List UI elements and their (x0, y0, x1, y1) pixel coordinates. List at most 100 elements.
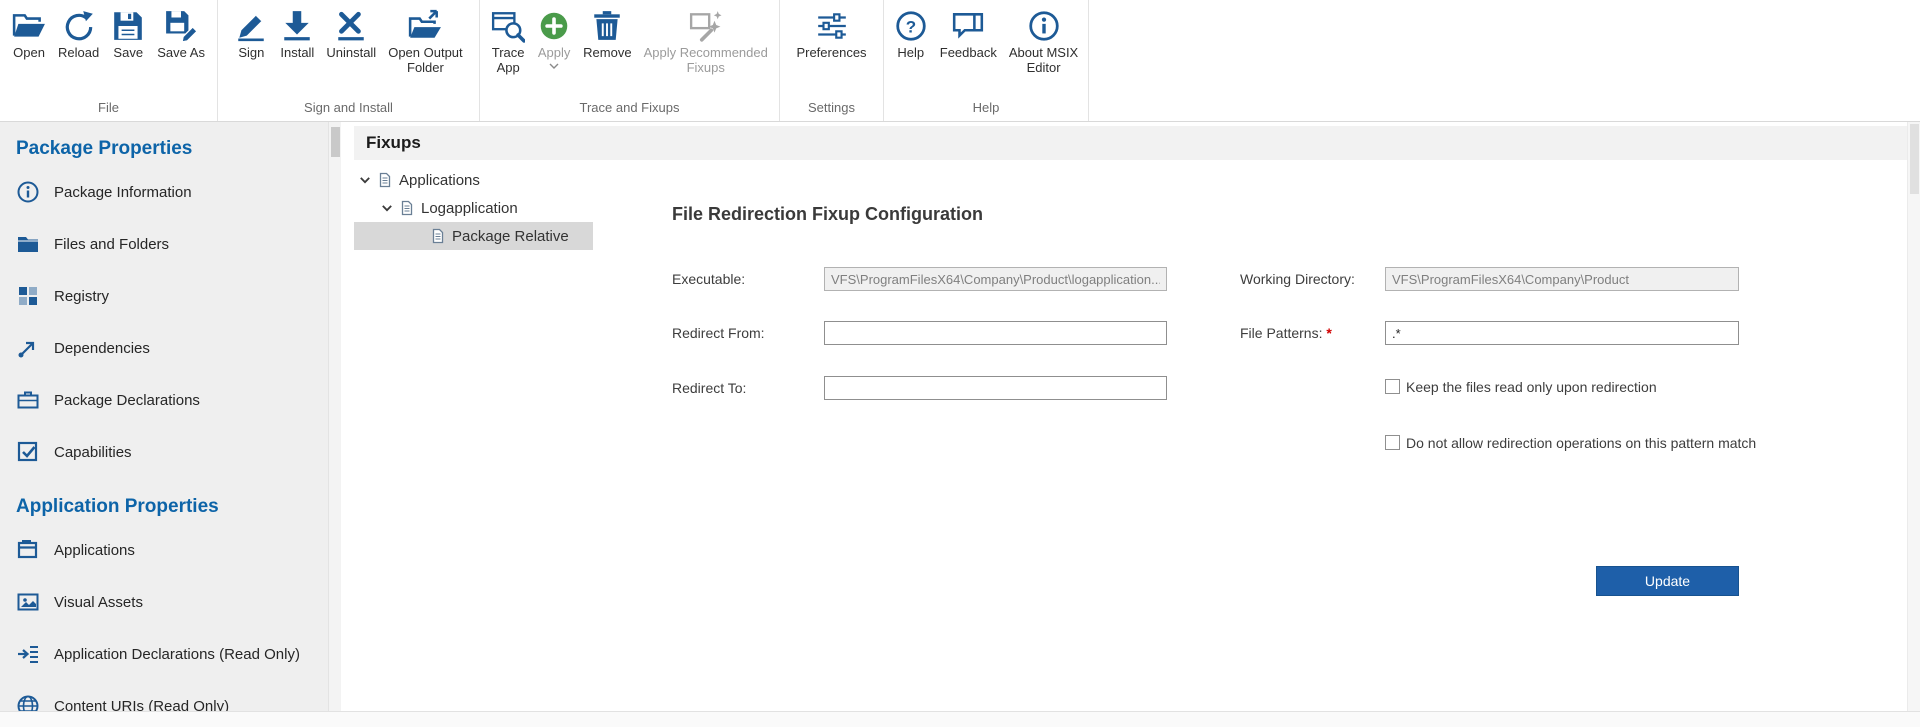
ribbon-group-name: Settings (780, 97, 883, 121)
sidebar-item-application-declarations-read-only[interactable]: Application Declarations (Read Only) (16, 628, 328, 680)
fixups-tree: Applications Logapplication Package Relati… (354, 160, 593, 711)
ribbon-group-buttons: ? Help FeedbackAbout MSIX Editor (884, 0, 1088, 97)
ribbon-button-label: Trace App (492, 46, 525, 76)
ribbon-button-open-output-folder[interactable]: Open Output Folder (382, 7, 468, 78)
ribbon-button-trace-app[interactable]: Trace App (485, 7, 531, 78)
help-icon: ? (894, 9, 928, 43)
sidebar-item-package-information[interactable]: Package Information (16, 166, 328, 218)
sidebar-item-label: Dependencies (54, 340, 150, 357)
applications-icon (16, 538, 40, 562)
ribbon-button-open[interactable]: Open (6, 7, 52, 63)
sidebar-item-visual-assets[interactable]: Visual Assets (16, 576, 328, 628)
sidebar-item-files-and-folders[interactable]: Files and Folders (16, 218, 328, 270)
ribbon-button-feedback[interactable]: Feedback (934, 7, 1003, 63)
sidebar-item-capabilities[interactable]: Capabilities (16, 426, 328, 478)
checkbox-box-icon[interactable] (1385, 379, 1400, 394)
tree-item-label: Logapplication (421, 200, 518, 217)
ribbon-button-save-as[interactable]: Save As (151, 7, 211, 63)
sidebar-item-applications[interactable]: Applications (16, 524, 328, 576)
ribbon-button-label: Reload (58, 46, 99, 61)
info-icon (16, 180, 40, 204)
ribbon-group-buttons: Trace AppApply Remove Apply Recommended Fi… (480, 0, 779, 97)
working-directory-input[interactable] (1385, 267, 1739, 291)
ribbon-button-save[interactable]: Save (105, 7, 151, 63)
sidebar-heading-application-properties: Application Properties (16, 492, 328, 524)
ribbon-button-label: Uninstall (326, 46, 376, 61)
trace-icon (491, 9, 525, 43)
ribbon-button-uninstall[interactable]: Uninstall (320, 7, 382, 63)
checkbox-box-icon[interactable] (1385, 435, 1400, 450)
ribbon-button-label: Help (897, 46, 924, 61)
executable-input[interactable] (824, 267, 1167, 291)
file-patterns-input[interactable] (1385, 321, 1739, 345)
main-vertical-scrollbar[interactable] (1907, 122, 1920, 711)
chevron-down-icon[interactable] (359, 174, 371, 186)
main-scrollbar-thumb[interactable] (1910, 124, 1919, 194)
folder-icon (16, 232, 40, 256)
sidebar-item-content-uris-read-only[interactable]: Content URIs (Read Only) (16, 680, 328, 711)
ribbon-group-name: Trace and Fixups (480, 97, 779, 121)
tree-item-logapplication[interactable]: Logapplication (354, 194, 593, 222)
ribbon-button-label: Install (280, 46, 314, 61)
ribbon-group-buttons: Preferences (780, 0, 883, 97)
redirect-from-label: Redirect From: (672, 325, 765, 341)
about-icon (1027, 9, 1061, 43)
tree-item-package-relative[interactable]: Package Relative (354, 222, 593, 250)
main-panel: Fixups ApplicationsLogapplicationPackage… (354, 122, 1907, 711)
dependencies-icon (16, 336, 40, 360)
ribbon-group-name: File (0, 97, 217, 121)
ribbon-group-settings: Preferences Settings (780, 0, 884, 121)
tree-item-label: Package Relative (452, 228, 569, 245)
sidebar-item-registry[interactable]: Registry (16, 270, 328, 322)
required-asterisk: * (1326, 325, 1331, 341)
sidebar-item-label: Applications (54, 542, 135, 559)
horizontal-scrollbar[interactable] (0, 711, 1920, 727)
sidebar-item-dependencies[interactable]: Dependencies (16, 322, 328, 374)
sidebar-item-package-declarations[interactable]: Package Declarations (16, 374, 328, 426)
ribbon-button-reload[interactable]: Reload (52, 7, 105, 63)
ribbon-button-label: Open (13, 46, 45, 61)
ribbon-button-label: Sign (238, 46, 264, 61)
ribbon-group-buttons: Sign Install Uninstall Open Output Folder (218, 0, 479, 97)
redirect-from-input[interactable] (824, 321, 1167, 345)
no-redirection-operations-checkbox[interactable]: Do not allow redirection operations on t… (1385, 435, 1756, 451)
msix-editor-window: Open Reload SaveSave As File Sign Install Unin… (0, 0, 1920, 727)
ribbon-group-sign-and-install: SignInstallUninstallOpen Output FolderSi… (218, 0, 480, 121)
ribbon-button-install[interactable]: Install (274, 7, 320, 63)
sidebar-scrollbar-thumb[interactable] (331, 127, 340, 157)
ribbon-group-name: Sign and Install (218, 97, 479, 121)
redirect-to-label: Redirect To: (672, 380, 746, 396)
ribbon-button-help[interactable]: ? Help (888, 7, 934, 63)
document-icon (377, 172, 393, 188)
keep-read-only-checkbox[interactable]: Keep the files read only upon redirectio… (1385, 379, 1657, 395)
save-as-icon (164, 9, 198, 43)
save-icon (111, 9, 145, 43)
tree-item-label: Applications (399, 172, 480, 189)
sidebar-scrollbar[interactable] (328, 122, 341, 711)
feedback-icon (951, 9, 985, 43)
ribbon-button-label: Remove (583, 46, 631, 61)
capabilities-icon (16, 440, 40, 464)
sidebar-item-label: Files and Folders (54, 236, 169, 253)
fixups-body: Applications Logapplication Package Relati… (354, 160, 1907, 711)
sidebar-item-label: Visual Assets (54, 594, 143, 611)
ribbon-button-remove[interactable]: Remove (577, 7, 637, 63)
ribbon-button-preferences[interactable]: Preferences (790, 7, 872, 63)
ribbon-group-name: Help (884, 97, 1088, 121)
content-uris-icon (16, 694, 40, 711)
update-button[interactable]: Update (1596, 566, 1739, 596)
sidebar-item-label: Registry (54, 288, 109, 305)
sidebar-item-label: Application Declarations (Read Only) (54, 646, 300, 663)
ribbon-button-apply-recommended-fixups[interactable]: Apply Recommended Fixups (638, 7, 774, 78)
document-icon (399, 200, 415, 216)
redirect-to-input[interactable] (824, 376, 1167, 400)
ribbon-button-apply[interactable]: Apply (531, 7, 577, 71)
chevron-down-icon[interactable] (381, 202, 393, 214)
registry-icon (16, 284, 40, 308)
ribbon-button-label: Open Output Folder (388, 46, 462, 76)
ribbon-button-sign[interactable]: Sign (228, 7, 274, 63)
ribbon-button-label: Preferences (796, 46, 866, 61)
tree-item-applications[interactable]: Applications (354, 166, 593, 194)
ribbon-button-about-msix-editor[interactable]: About MSIX Editor (1003, 7, 1084, 78)
reload-icon (62, 9, 96, 43)
